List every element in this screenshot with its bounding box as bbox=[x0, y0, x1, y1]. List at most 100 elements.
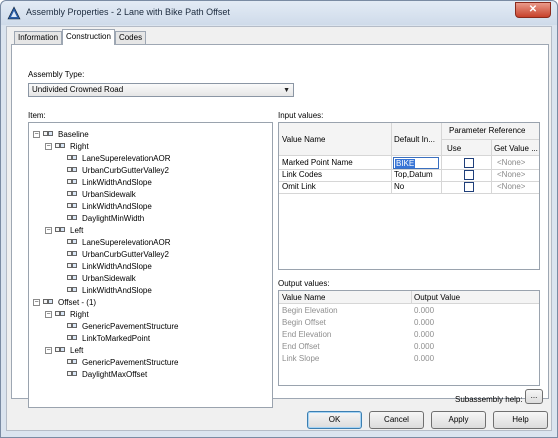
collapse-icon[interactable]: − bbox=[45, 226, 52, 234]
item-tree[interactable]: − Baseline − Right LaneSuperelevationAOR Urba… bbox=[28, 122, 273, 408]
tree-item[interactable]: LinkWidthAndSlope bbox=[67, 284, 152, 296]
subassembly-help-label: Subassembly help: bbox=[455, 395, 523, 404]
marked-point-name-input[interactable]: BIKE bbox=[393, 157, 439, 169]
tree-item-label: UrbanSidewalk bbox=[82, 273, 136, 283]
get-value-cell[interactable]: <None> bbox=[497, 158, 525, 167]
dialog-client-area: Information Construction Codes Assembly … bbox=[6, 26, 552, 431]
cancel-button[interactable]: Cancel bbox=[369, 411, 424, 429]
assembly-node-icon bbox=[67, 333, 79, 343]
tree-item[interactable]: − Left bbox=[45, 224, 83, 236]
tree-item[interactable]: DaylightMinWidth bbox=[67, 212, 144, 224]
tree-item[interactable]: − Baseline bbox=[33, 128, 89, 140]
assembly-node-icon bbox=[67, 285, 79, 295]
tree-item-label: LinkWidthAndSlope bbox=[82, 201, 152, 211]
output-row-name: Begin Offset bbox=[282, 318, 326, 327]
close-button[interactable]: ✕ bbox=[515, 2, 551, 18]
collapse-icon[interactable]: − bbox=[45, 142, 52, 150]
get-value-cell[interactable]: <None> bbox=[497, 182, 525, 191]
output-row-name: End Offset bbox=[282, 342, 320, 351]
grid-divider bbox=[279, 193, 539, 194]
assembly-node-icon bbox=[55, 225, 67, 235]
tree-item-label: LinkWidthAndSlope bbox=[82, 177, 152, 187]
output-values-grid[interactable]: Value Name Output Value Begin Elevation … bbox=[278, 290, 540, 386]
tree-item[interactable]: LinkWidthAndSlope bbox=[67, 200, 152, 212]
tree-item[interactable]: UrbanCurbGutterValley2 bbox=[67, 164, 169, 176]
construction-panel: Assembly Type: Undivided Crowned Road ▼ … bbox=[11, 44, 549, 408]
assembly-node-icon bbox=[67, 213, 79, 223]
assembly-type-value: Undivided Crowned Road bbox=[32, 85, 124, 94]
input-values-grid[interactable]: Value Name Default In... Parameter Refer… bbox=[278, 122, 540, 270]
col-get-value[interactable]: Get Value ... bbox=[494, 144, 539, 153]
assembly-node-icon bbox=[67, 237, 79, 247]
use-checkbox[interactable] bbox=[464, 158, 474, 168]
collapse-icon[interactable]: − bbox=[45, 310, 52, 318]
tree-item-label: GenericPavementStructure bbox=[82, 321, 179, 331]
tree-item[interactable]: GenericPavementStructure bbox=[67, 320, 179, 332]
grid-divider bbox=[491, 139, 492, 193]
input-row-name[interactable]: Marked Point Name bbox=[282, 158, 353, 167]
tree-item[interactable]: LaneSuperelevationAOR bbox=[67, 236, 171, 248]
output-row-name: Begin Elevation bbox=[282, 306, 338, 315]
tree-item-label: LaneSuperelevationAOR bbox=[82, 237, 171, 247]
assembly-node-icon bbox=[67, 153, 79, 163]
link-codes-input[interactable]: Top,Datum bbox=[394, 170, 433, 179]
col-default-input[interactable]: Default In... bbox=[394, 135, 440, 144]
tree-item[interactable]: GenericPavementStructure bbox=[67, 356, 179, 368]
assembly-node-icon bbox=[67, 369, 79, 379]
tree-item[interactable]: − Right bbox=[45, 140, 89, 152]
tree-item[interactable]: LaneSuperelevationAOR bbox=[67, 152, 171, 164]
selected-text: BIKE bbox=[395, 159, 416, 168]
item-label: Item: bbox=[28, 111, 46, 120]
tree-item[interactable]: LinkWidthAndSlope bbox=[67, 260, 152, 272]
subassembly-help-button[interactable]: ... bbox=[525, 389, 543, 404]
use-checkbox[interactable] bbox=[464, 170, 474, 180]
assembly-node-icon bbox=[67, 273, 79, 283]
help-button[interactable]: Help bbox=[493, 411, 548, 429]
assembly-node-icon bbox=[67, 189, 79, 199]
assembly-node-icon bbox=[55, 345, 67, 355]
assembly-type-select[interactable]: Undivided Crowned Road ▼ bbox=[28, 83, 294, 97]
title-bar[interactable]: Assembly Properties - 2 Lane with Bike P… bbox=[1, 1, 557, 25]
tree-item-label: GenericPavementStructure bbox=[82, 357, 179, 367]
assembly-node-icon bbox=[67, 357, 79, 367]
apply-button[interactable]: Apply bbox=[431, 411, 486, 429]
get-value-cell[interactable]: <None> bbox=[497, 170, 525, 179]
assembly-node-icon bbox=[67, 321, 79, 331]
col-output-value-name[interactable]: Value Name bbox=[282, 293, 325, 302]
collapse-icon[interactable]: − bbox=[45, 346, 52, 354]
collapse-icon[interactable]: − bbox=[33, 298, 40, 306]
tree-item[interactable]: DaylightMaxOffset bbox=[67, 368, 147, 380]
col-use[interactable]: Use bbox=[447, 144, 461, 153]
tree-item[interactable]: UrbanSidewalk bbox=[67, 188, 136, 200]
tab-construction[interactable]: Construction bbox=[62, 29, 115, 45]
tree-item[interactable]: LinkWidthAndSlope bbox=[67, 176, 152, 188]
tab-information[interactable]: Information bbox=[14, 31, 63, 45]
tree-item-label: Right bbox=[70, 309, 89, 319]
window-title: Assembly Properties - 2 Lane with Bike P… bbox=[26, 7, 230, 17]
tree-item-label: Right bbox=[70, 141, 89, 151]
assembly-node-icon bbox=[67, 261, 79, 271]
tab-codes[interactable]: Codes bbox=[114, 31, 147, 45]
col-value-name[interactable]: Value Name bbox=[282, 135, 325, 144]
input-row-name[interactable]: Link Codes bbox=[282, 170, 322, 179]
tree-item[interactable]: − Left bbox=[45, 344, 83, 356]
tree-item-label: DaylightMinWidth bbox=[82, 213, 145, 223]
tree-item[interactable]: LinkToMarkedPoint bbox=[67, 332, 150, 344]
omit-link-input[interactable]: No bbox=[394, 182, 404, 191]
tree-item[interactable]: UrbanCurbGutterValley2 bbox=[67, 248, 169, 260]
tree-item[interactable]: − Right bbox=[45, 308, 89, 320]
ok-button[interactable]: OK bbox=[307, 411, 362, 429]
input-row-name[interactable]: Omit Link bbox=[282, 182, 316, 191]
grid-divider bbox=[441, 123, 442, 193]
col-output-value[interactable]: Output Value bbox=[414, 293, 460, 302]
tree-item-label: LinkToMarkedPoint bbox=[82, 333, 151, 343]
collapse-icon[interactable]: − bbox=[33, 130, 40, 138]
tree-item[interactable]: − Offset - (1) bbox=[33, 296, 96, 308]
grid-divider bbox=[279, 303, 539, 304]
grid-divider bbox=[279, 155, 539, 156]
col-parameter-reference: Parameter Reference bbox=[449, 126, 526, 135]
assembly-node-icon bbox=[67, 201, 79, 211]
use-checkbox[interactable] bbox=[464, 182, 474, 192]
assembly-type-label: Assembly Type: bbox=[28, 70, 85, 79]
tree-item[interactable]: UrbanSidewalk bbox=[67, 272, 136, 284]
